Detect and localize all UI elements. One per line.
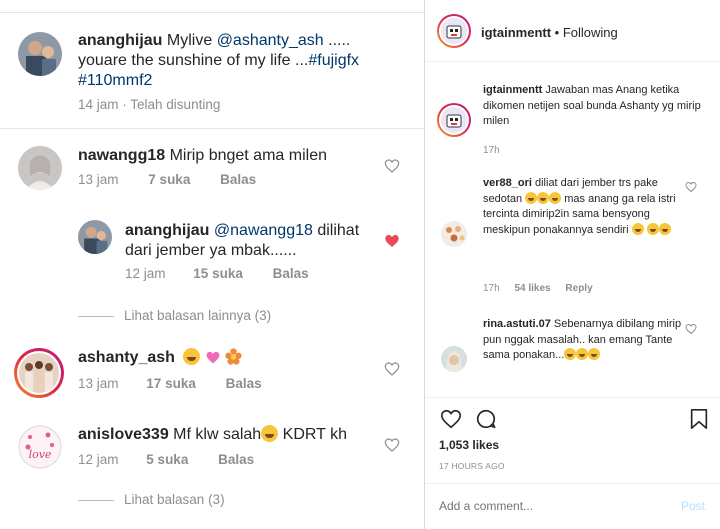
post-caption: igtainmentt Jawaban mas Anang ketika dik… xyxy=(483,84,701,127)
grin-emoji-icon xyxy=(588,348,601,360)
heart-icon[interactable] xyxy=(384,158,400,174)
divider xyxy=(0,128,424,129)
heart-icon[interactable] xyxy=(685,323,697,335)
comment-meta: 17h 54 likes Reply xyxy=(483,283,593,294)
comment-username[interactable]: ashanty_ash xyxy=(78,349,175,366)
post-username[interactable]: igtainmentt xyxy=(481,25,551,40)
post-caption: ananghijau Mylive @ashanty_ash ..... you… xyxy=(78,32,360,89)
likes-count[interactable]: 7 suka xyxy=(148,172,190,187)
heart-icon[interactable] xyxy=(685,181,697,193)
heart-filled-icon[interactable] xyxy=(384,233,400,249)
divider xyxy=(0,12,424,13)
following-button[interactable]: Following xyxy=(563,25,618,40)
post-date: 17 HOURS AGO xyxy=(439,461,505,471)
pink-heart-emoji-icon xyxy=(206,351,220,364)
comment-username[interactable]: anislove339 xyxy=(78,426,169,443)
laughing-emoji-icon xyxy=(537,191,550,204)
comment-username[interactable]: rina.astuti.07 xyxy=(483,318,551,330)
caption-username[interactable]: igtainmentt xyxy=(483,84,542,96)
add-comment-bar: Post xyxy=(425,483,720,529)
reply-button[interactable]: Balas xyxy=(273,266,309,281)
comment: anislove339 Mf klw salah KDRT kh xyxy=(78,425,347,443)
instagram-post-panel: igtainmentt • Following igtainmentt Jawa… xyxy=(424,0,720,529)
avatar[interactable] xyxy=(437,103,471,137)
comment-username[interactable]: ananghijau xyxy=(125,222,209,239)
hashtag-link[interactable]: #fujigfx xyxy=(308,52,359,69)
reply-button[interactable]: Reply xyxy=(565,283,592,294)
caption-meta: 14 jam · Telah disunting xyxy=(78,97,221,112)
grin-emoji-icon xyxy=(576,348,589,360)
comment-bubble-icon[interactable] xyxy=(474,408,497,430)
crying-emoji-icon xyxy=(549,191,562,204)
post-actions: 1,053 likes 17 HOURS AGO Post xyxy=(425,397,720,529)
avatar[interactable] xyxy=(78,220,112,254)
reply-comment: ananghijau @nawangg18 dilihat dari jembe… xyxy=(125,222,360,259)
divider xyxy=(78,315,114,317)
post-comment-button[interactable]: Post xyxy=(681,499,705,513)
reply-button[interactable]: Balas xyxy=(218,452,254,467)
comment: rina.astuti.07 Sebenarnya dibilang mirip… xyxy=(483,318,682,361)
reply-button[interactable]: Balas xyxy=(220,172,256,187)
comment-meta: 13 jam 7 suka Balas xyxy=(78,172,257,187)
likes-count[interactable]: 1,053 likes xyxy=(439,438,499,452)
laughing-emoji-icon xyxy=(525,191,538,204)
likes-count[interactable]: 54 likes xyxy=(514,283,550,294)
likes-count[interactable]: 15 suka xyxy=(193,266,243,281)
mention-link[interactable]: @nawangg18 xyxy=(214,222,313,239)
grin-emoji-icon xyxy=(646,222,659,235)
avatar[interactable] xyxy=(437,14,471,48)
svg-text:love: love xyxy=(29,448,52,461)
comment: nawangg18 Mirip bnget ama milen xyxy=(78,147,327,164)
heart-icon[interactable] xyxy=(384,361,400,377)
grin-emoji-icon xyxy=(631,222,644,235)
like-heart-icon[interactable] xyxy=(439,408,463,430)
comment: ashanty_ash xyxy=(78,348,242,368)
grin-emoji-icon xyxy=(658,222,671,235)
comment: ver88_ori diliat dari jember trs pake se… xyxy=(483,177,676,236)
avatar[interactable] xyxy=(18,32,62,76)
view-replies[interactable]: Lihat balasan (3) xyxy=(78,492,225,507)
caption-username[interactable]: ananghijau xyxy=(78,32,162,49)
caption-time: 17h xyxy=(483,145,500,156)
likes-count[interactable]: 17 suka xyxy=(146,376,196,391)
divider xyxy=(78,499,114,501)
comment-meta: 12 jam 15 suka Balas xyxy=(125,266,309,281)
comment-meta: 12 jam 5 suka Balas xyxy=(78,452,255,467)
smile-emoji-icon xyxy=(183,348,201,365)
post-header: igtainmentt • Following xyxy=(425,0,720,62)
reply-button[interactable]: Balas xyxy=(226,376,262,391)
flower-emoji-icon xyxy=(225,348,242,365)
bookmark-icon[interactable] xyxy=(689,408,709,430)
view-more-replies[interactable]: Lihat balasan lainnya (3) xyxy=(78,308,271,323)
likes-count[interactable]: 5 suka xyxy=(146,452,188,467)
zoomed-comments-panel: ananghijau Mylive @ashanty_ash ..... you… xyxy=(0,0,424,529)
hashtag-link[interactable]: #110mmf2 xyxy=(78,72,152,89)
comment-meta: 13 jam 17 suka Balas xyxy=(78,376,262,391)
grin-emoji-icon xyxy=(564,348,577,360)
comment-username[interactable]: ver88_ori xyxy=(483,177,532,189)
heart-icon[interactable] xyxy=(384,437,400,453)
avatar[interactable] xyxy=(18,146,62,190)
comment-username[interactable]: nawangg18 xyxy=(78,147,165,164)
mention-link[interactable]: @ashanty_ash xyxy=(217,32,324,49)
add-comment-input[interactable] xyxy=(439,497,659,515)
avatar[interactable] xyxy=(441,346,467,372)
grin-emoji-icon xyxy=(261,425,279,442)
avatar[interactable] xyxy=(14,348,64,398)
avatar[interactable]: love xyxy=(18,425,62,469)
avatar[interactable] xyxy=(441,221,467,247)
